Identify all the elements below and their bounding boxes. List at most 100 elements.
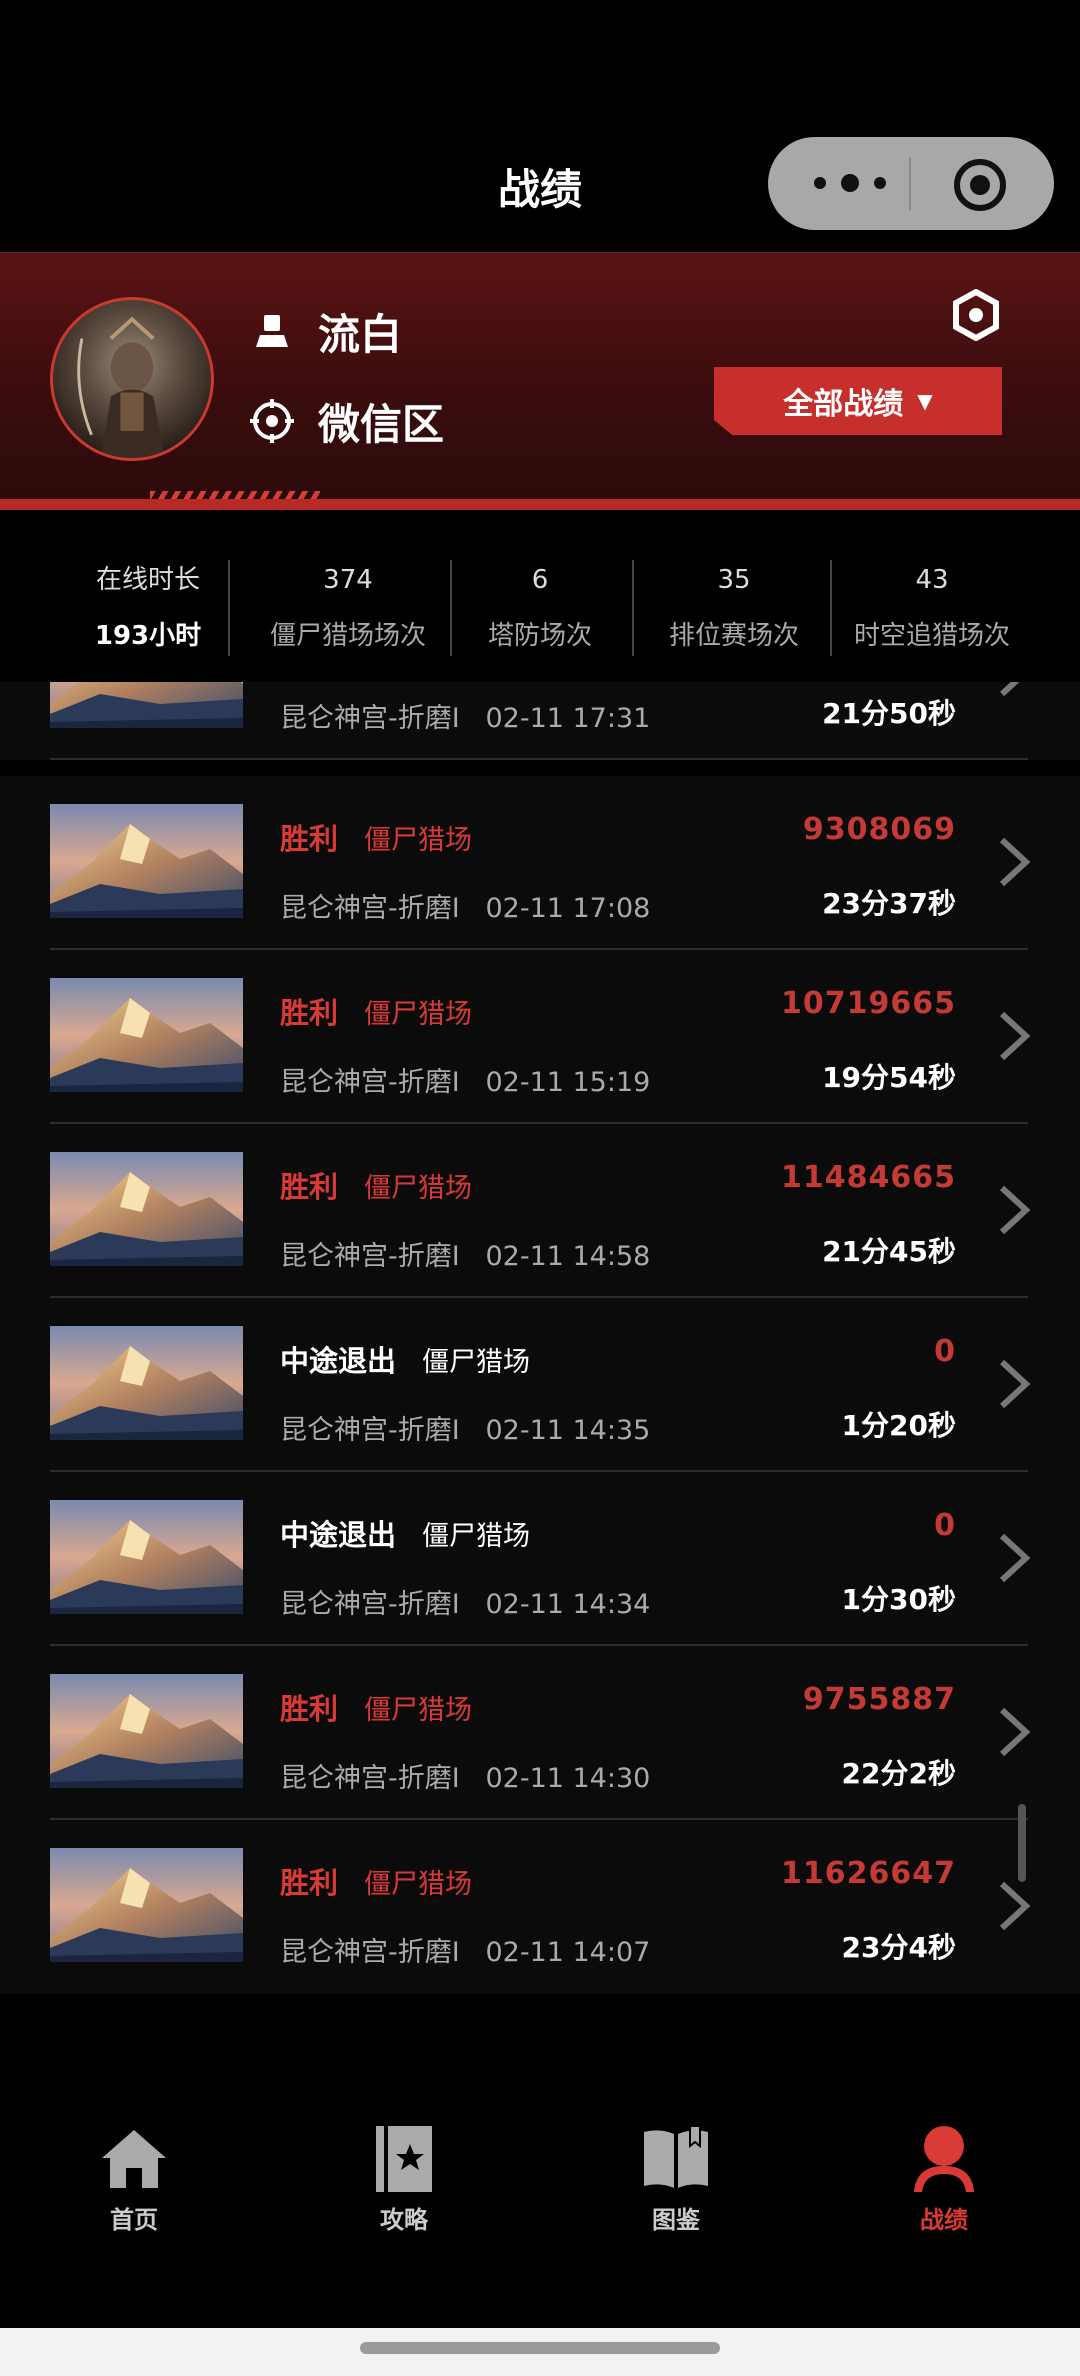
record-time: 02-11 14:58	[485, 1241, 651, 1272]
record-duration: 23分4秒	[841, 1931, 956, 1964]
guide-book-icon	[376, 2126, 432, 2192]
record-map: 昆仑神宫-折磨I	[280, 893, 460, 924]
record-time: 02-11 14:35	[485, 1415, 651, 1446]
record-map: 昆仑神宫-折磨I	[280, 1589, 460, 1620]
stat-label: 在线时长	[95, 565, 200, 595]
record-item[interactable]: 胜利 僵尸猎场 9755887 昆仑神宫-折磨I 02-11 14:30 22分…	[0, 1646, 1080, 1820]
record-map-time: 昆仑神宫-折磨I 02-11 14:35	[280, 1408, 650, 1447]
record-item[interactable]: 胜利 僵尸猎场 11484665 昆仑神宫-折磨I 02-11 14:58 21…	[0, 1124, 1080, 1298]
record-score: 11626647	[781, 1856, 956, 1891]
record-score: 11484665	[781, 1160, 956, 1195]
map-thumbnail	[50, 1500, 243, 1614]
stat-divider	[632, 560, 634, 656]
record-duration: 22分2秒	[841, 1757, 956, 1790]
tab-label: 图鉴	[652, 2206, 700, 2234]
record-result: 中途退出	[280, 1344, 397, 1378]
record-map: 昆仑神宫-折磨I	[280, 1937, 460, 1968]
record-score: 9308069	[802, 812, 956, 847]
stat-value: 6	[531, 565, 549, 595]
tab-label: 首页	[110, 2206, 158, 2234]
capsule-divider	[909, 157, 911, 210]
record-duration: 21分45秒	[822, 1235, 956, 1268]
stat-divider	[228, 560, 230, 656]
top-navigation-bar: 战绩	[0, 0, 1080, 252]
record-score: 10719665	[781, 986, 956, 1021]
map-thumbnail	[50, 1326, 243, 1440]
stat-tower-defense: 6 塔防场次	[452, 562, 628, 654]
record-item[interactable]: 胜利 僵尸猎场 11626647 昆仑神宫-折磨I 02-11 14:07 23…	[0, 1820, 1080, 1994]
tab-records[interactable]: 战绩	[874, 2122, 1014, 2235]
record-duration: 21分50秒	[822, 697, 956, 730]
stat-value: 35	[717, 565, 751, 595]
record-result: 胜利	[280, 1866, 339, 1900]
map-thumbnail	[50, 1674, 243, 1788]
map-thumbnail	[50, 978, 243, 1092]
settings-icon[interactable]	[950, 289, 1002, 341]
record-item[interactable]: 胜利 僵尸猎场 9308069 昆仑神宫-折磨I 02-11 17:08 23分…	[0, 776, 1080, 950]
stat-label: 排位赛场次	[668, 621, 799, 651]
record-result: 胜利	[280, 822, 339, 856]
record-mode: 僵尸猎场	[364, 1869, 472, 1900]
bottom-tab-bar: 首页 攻略 图鉴 战绩	[0, 2070, 1080, 2328]
system-gesture-area	[0, 2328, 1080, 2376]
record-time: 02-11 17:31	[485, 703, 651, 734]
record-duration: 1分30秒	[841, 1583, 956, 1616]
row-divider	[50, 758, 1028, 760]
close-miniprogram-icon[interactable]	[952, 157, 1008, 213]
stat-label: 僵尸猎场场次	[269, 621, 426, 651]
record-result: 胜利	[280, 1170, 339, 1204]
record-item[interactable]: 中途退出 僵尸猎场 0 昆仑神宫-折磨I 02-11 14:34 1分30秒	[0, 1472, 1080, 1646]
record-map: 昆仑神宫-折磨I	[280, 703, 460, 734]
record-map: 昆仑神宫-折磨I	[280, 1241, 460, 1272]
record-filter-button[interactable]: 全部战绩 ▼	[714, 367, 1002, 435]
chevron-right-icon	[999, 682, 1020, 697]
record-map-time: 昆仑神宫-折磨I 02-11 14:34	[280, 1582, 650, 1621]
stat-label: 塔防场次	[487, 621, 592, 651]
chevron-right-icon	[999, 1881, 1031, 1931]
record-mode: 僵尸猎场	[422, 1347, 530, 1378]
record-item[interactable]: 胜利 僵尸猎场 10719665 昆仑神宫-折磨I 02-11 15:19 19…	[0, 950, 1080, 1124]
player-name-row: 流白	[250, 303, 402, 359]
map-thumbnail	[50, 804, 243, 918]
avatar[interactable]	[50, 297, 214, 461]
dropdown-caret-icon: ▼	[917, 389, 933, 413]
home-icon	[102, 2130, 166, 2188]
tab-label: 攻略	[380, 2206, 428, 2234]
profile-header: 流白 微信区 全部战绩 ▼	[0, 252, 1080, 511]
record-map-time: 昆仑神宫-折磨I 02-11 17:08	[280, 886, 650, 925]
record-map-time: 昆仑神宫-折磨I 02-11 14:07	[280, 1930, 650, 1969]
tab-home[interactable]: 首页	[64, 2122, 204, 2235]
server-region: 微信区	[318, 399, 445, 449]
record-map: 昆仑神宫-折磨I	[280, 1415, 460, 1446]
home-indicator[interactable]	[360, 2342, 720, 2354]
list-scrollbar[interactable]	[1018, 1804, 1026, 1882]
record-map: 昆仑神宫-折磨I	[280, 1067, 460, 1098]
record-item[interactable]: 中途退出 僵尸猎场 0 昆仑神宫-折磨I 02-11 14:35 1分20秒	[0, 1298, 1080, 1472]
record-time: 02-11 14:30	[485, 1763, 651, 1794]
tab-guide[interactable]: 攻略	[334, 2122, 474, 2235]
chevron-right-icon	[999, 1707, 1031, 1757]
record-duration: 19分54秒	[822, 1061, 956, 1094]
record-mode: 僵尸猎场	[364, 825, 472, 856]
record-map-time: 昆仑神宫-折磨I 02-11 15:19	[280, 1060, 650, 1099]
stat-zombie-hunt: 374 僵尸猎场场次	[246, 562, 450, 654]
map-thumbnail	[50, 1848, 243, 1962]
stat-ranked: 35 排位赛场次	[636, 562, 832, 654]
chevron-right-icon	[999, 1359, 1031, 1409]
record-result: 胜利	[280, 1692, 339, 1726]
stat-value: 43	[915, 565, 949, 595]
more-options-icon[interactable]	[810, 165, 890, 201]
stats-summary: 在线时长 193小时 374 僵尸猎场场次 6 塔防场次 35 排位赛场次 43…	[0, 510, 1080, 680]
target-icon	[250, 399, 294, 443]
record-map-time: 昆仑神宫-折磨I 02-11 14:58	[280, 1234, 650, 1273]
user-icon	[914, 2126, 974, 2192]
record-mode: 僵尸猎场	[364, 999, 472, 1030]
record-item[interactable]: 昆仑神宫-折磨I 02-11 17:31 21分50秒	[0, 682, 1080, 760]
tab-encyclopedia[interactable]: 图鉴	[606, 2122, 746, 2235]
record-time: 02-11 17:08	[485, 893, 651, 924]
map-thumbnail	[50, 1152, 243, 1266]
record-time: 02-11 14:34	[485, 1589, 651, 1620]
record-map-time: 昆仑神宫-折磨I 02-11 14:30	[280, 1756, 650, 1795]
mini-program-capsule	[768, 137, 1054, 230]
record-list[interactable]: 昆仑神宫-折磨I 02-11 17:31 21分50秒 胜利 僵尸猎场 9308…	[0, 682, 1080, 2070]
